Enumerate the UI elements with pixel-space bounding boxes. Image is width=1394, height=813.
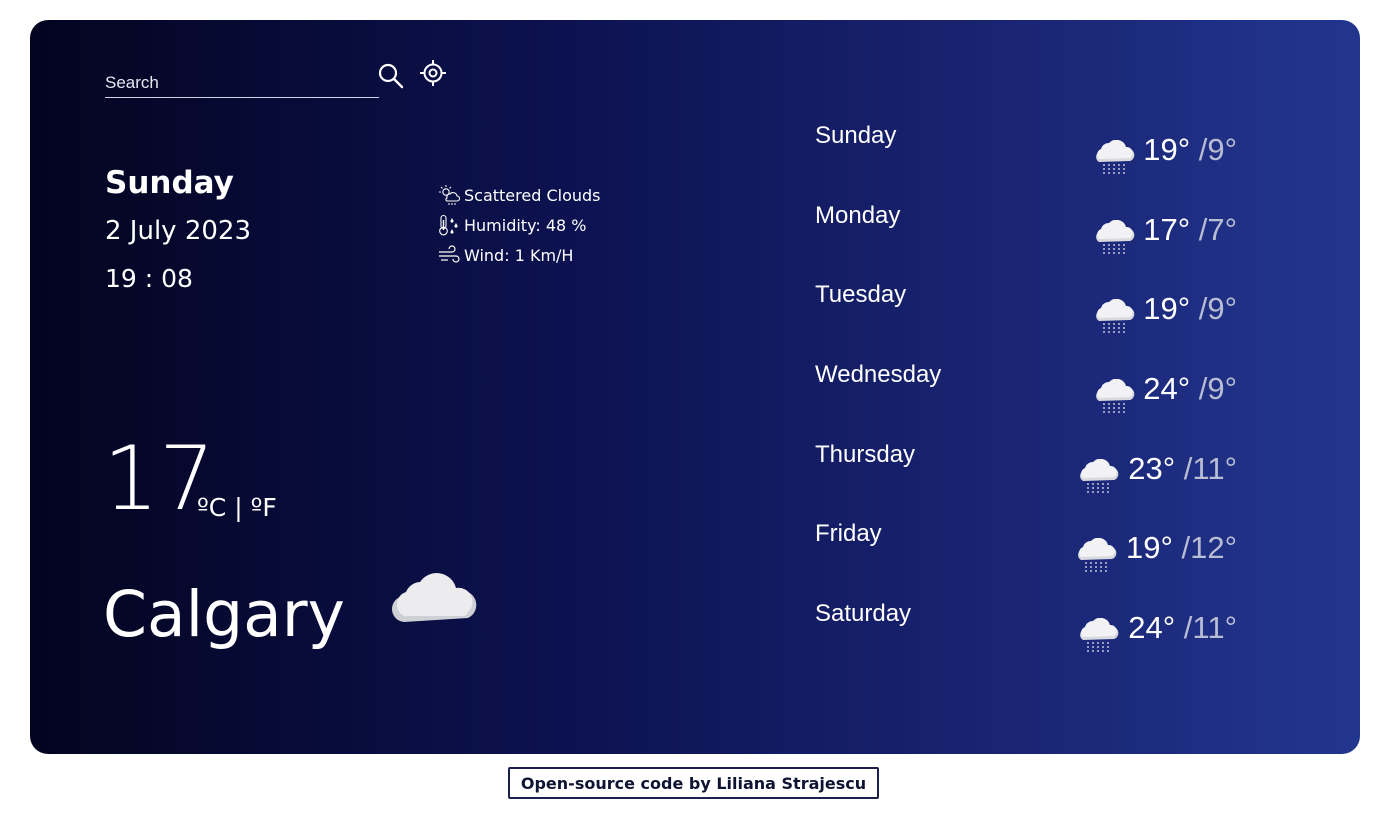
forecast-min: /9° [1190,291,1237,326]
forecast-min: /11° [1175,610,1237,645]
thermometer-icon [439,214,458,236]
wind-row: Wind: 1 Km/H [438,240,601,270]
celsius-link[interactable]: ºC [197,493,226,522]
forecast-max: 23° [1128,451,1176,486]
forecast-row: Saturday 24° /11° [815,600,1265,660]
current-day: Sunday [105,165,234,201]
weather-description: Scattered Clouds [464,185,601,205]
current-date: 2 July 2023 [105,216,251,246]
rain-cloud-icon [1080,618,1119,652]
rain-cloud-icon [1080,459,1119,493]
rain-cloud-icon [1096,299,1135,333]
forecast-max: 19° [1143,132,1191,167]
forecast-row: Wednesday 24° /9° [815,361,1265,421]
forecast-max: 19° [1143,291,1191,326]
unit-separator: | [226,493,251,522]
weather-details: Scattered Clouds Humidity: 48 % Wind: 1 … [438,180,601,270]
forecast-temperatures: 24° /11° [1128,610,1237,646]
forecast-temperatures: 17° /7° [1143,212,1237,248]
forecast-row: Friday 19° /12° [815,520,1265,580]
forecast-min: /11° [1175,451,1237,486]
forecast-row: Sunday 19° /9° [815,122,1265,182]
unit-toggle: ºC | ºF [197,493,277,522]
search-field[interactable] [105,70,379,98]
humidity-text: Humidity: 48 % [464,215,587,235]
forecast-day: Tuesday [815,281,907,308]
forecast-row: Tuesday 19° /9° [815,281,1265,341]
rain-cloud-icon [1096,140,1135,174]
humidity-row: Humidity: 48 % [438,210,601,240]
forecast-temperatures: 24° /9° [1143,371,1237,407]
source-code-button[interactable]: Open-source code by Liliana Strajescu [508,767,879,799]
forecast-row: Thursday 23° /11° [815,441,1265,501]
forecast-temperatures: 19° /9° [1143,291,1237,327]
forecast-day: Saturday [815,600,912,627]
forecast-min: /9° [1190,132,1237,167]
weather-card: Sunday 2 July 2023 19 : 08 Scattered Clo… [30,20,1360,754]
current-time: 19 : 08 [105,264,193,293]
rain-cloud-icon [1096,220,1135,254]
cloud-icon [391,573,477,622]
forecast-temperatures: 19° /12° [1126,530,1237,566]
wind-icon [439,245,460,263]
forecast-day: Friday [815,520,882,547]
forecast-day: Sunday [815,122,897,149]
forecast-temperatures: 23° /11° [1128,451,1237,487]
location-icon[interactable] [418,58,448,88]
description-row: Scattered Clouds [438,180,601,210]
search-icon[interactable] [377,62,405,90]
forecast-min: /12° [1172,530,1238,565]
forecast-min: /9° [1190,371,1237,406]
forecast-day: Wednesday [815,361,942,388]
forecast-temperatures: 19° /9° [1143,132,1237,168]
forecast-max: 17° [1143,212,1191,247]
forecast-row: Monday 17° /7° [815,202,1265,262]
forecast-max: 24° [1128,610,1176,645]
sun-cloud-rain-icon [439,185,460,205]
city-name: Calgary [103,578,345,651]
forecast-day: Monday [815,202,901,229]
forecast-max: 19° [1126,530,1173,565]
wind-text: Wind: 1 Km/H [464,245,574,265]
forecast-min: /7° [1190,212,1237,247]
rain-cloud-icon [1096,379,1135,413]
search-input[interactable] [105,70,375,96]
forecast-max: 24° [1143,371,1191,406]
rain-cloud-icon [1078,538,1117,572]
fahrenheit-link[interactable]: ºF [251,493,277,522]
forecast-day: Thursday [815,441,916,468]
